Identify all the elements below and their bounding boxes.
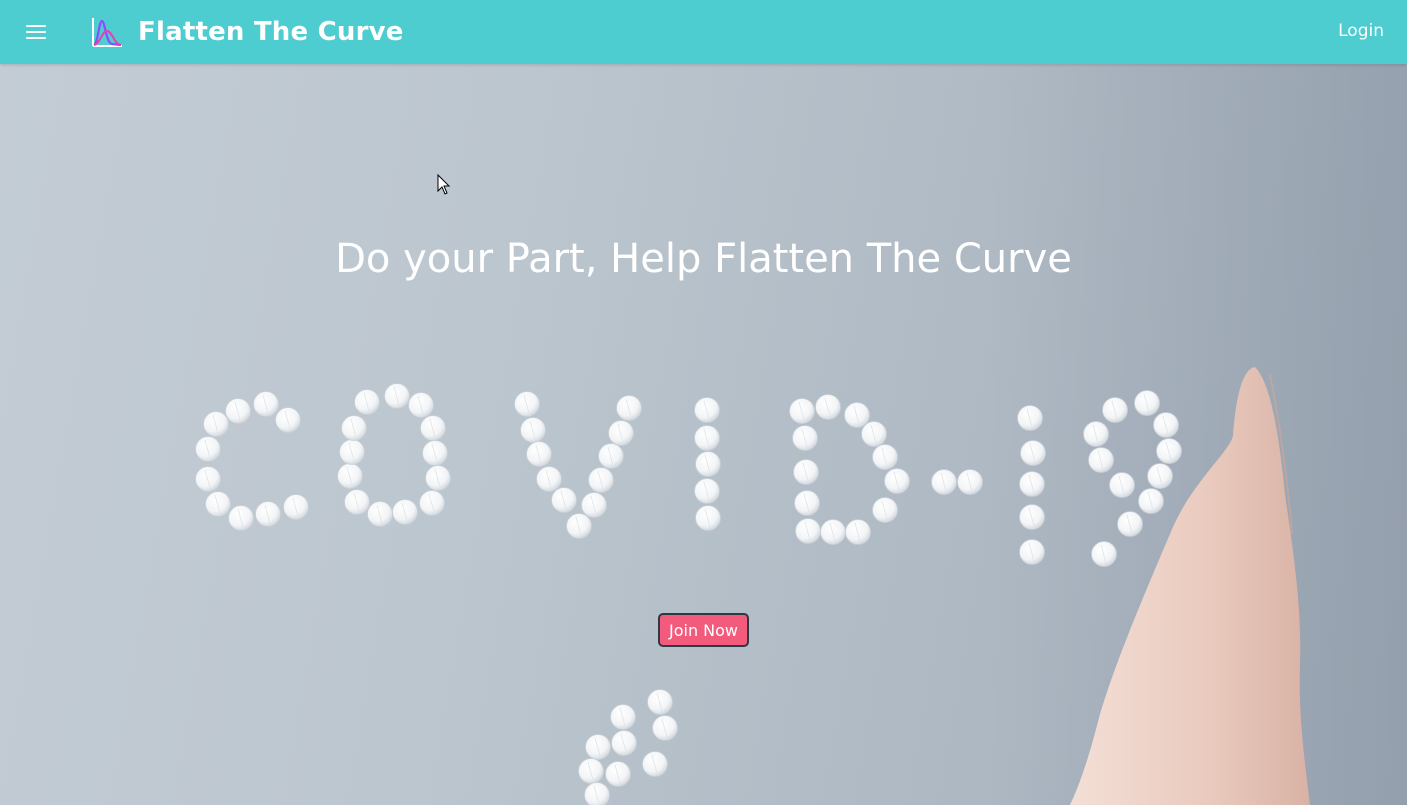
curve-chart-logo-icon	[92, 18, 122, 47]
pill-image	[419, 490, 445, 516]
pill-image	[520, 417, 546, 443]
pill-image	[792, 425, 818, 451]
pill-image	[1102, 397, 1128, 423]
pill-image	[1153, 412, 1179, 438]
pill-image	[694, 478, 720, 504]
pill-image	[820, 519, 846, 545]
pill-image	[694, 425, 720, 451]
pill-image	[195, 436, 221, 462]
pill-image	[205, 491, 231, 517]
pill-image	[581, 492, 607, 518]
pill-image	[1019, 471, 1045, 497]
pill-image	[608, 420, 634, 446]
pill-image	[341, 415, 367, 441]
pill-image	[203, 411, 229, 437]
brand-title: Flatten The Curve	[138, 17, 404, 47]
pill-image	[861, 421, 887, 447]
pill-image	[225, 398, 251, 424]
pill-image	[275, 407, 301, 433]
pill-image	[652, 715, 678, 741]
pill-image	[1017, 405, 1043, 431]
pill-image	[1117, 511, 1143, 537]
pill-image	[367, 501, 393, 527]
pill-image	[578, 758, 604, 784]
pill-image	[1156, 438, 1182, 464]
pill-image	[598, 443, 624, 469]
pill-image	[337, 463, 363, 489]
pill-image	[794, 490, 820, 516]
pill-image	[1019, 504, 1045, 530]
pill-image	[420, 415, 446, 441]
pill-image	[695, 451, 721, 477]
pill-image	[566, 513, 592, 539]
pill-image	[228, 505, 254, 531]
pill-image	[408, 392, 434, 418]
pill-image	[884, 468, 910, 494]
pill-image	[931, 469, 957, 495]
join-now-button[interactable]: Join Now	[658, 613, 749, 647]
pill-image	[815, 394, 841, 420]
mouse-cursor-icon	[437, 174, 451, 195]
pill-image	[255, 501, 281, 527]
pill-image	[392, 499, 418, 525]
pill-image	[1138, 488, 1164, 514]
pill-image	[283, 494, 309, 520]
pill-image	[422, 440, 448, 466]
login-link[interactable]: Login	[1338, 21, 1384, 41]
pill-image	[526, 441, 552, 467]
brand-link[interactable]: Flatten The Curve	[90, 12, 404, 52]
covid-pills-background-image	[195, 367, 1310, 805]
pill-image	[1109, 472, 1135, 498]
pill-image	[584, 782, 610, 805]
pill-image	[611, 730, 637, 756]
pill-image	[551, 487, 577, 513]
pill-image	[339, 439, 365, 465]
pill-image	[795, 518, 821, 544]
pill-image	[384, 383, 410, 409]
pill-image	[957, 469, 983, 495]
pill-image	[425, 465, 451, 491]
top-navbar: Flatten The Curve Login	[0, 0, 1407, 64]
pill-image	[514, 391, 540, 417]
hero-headline: Do your Part, Help Flatten The Curve	[335, 236, 1072, 282]
pill-image	[1147, 463, 1173, 489]
pill-image	[642, 751, 668, 777]
pill-image	[616, 395, 642, 421]
pill-image	[588, 467, 614, 493]
pill-image	[354, 389, 380, 415]
pill-image	[1134, 390, 1160, 416]
hero-section: Do your Part, Help Flatten The Curve Joi…	[0, 64, 1407, 805]
pill-image	[610, 704, 636, 730]
pill-image	[695, 505, 721, 531]
pill-image	[1088, 447, 1114, 473]
pill-image	[872, 497, 898, 523]
pill-image	[1083, 421, 1109, 447]
pill-image	[844, 402, 870, 428]
pill-image	[789, 398, 815, 424]
pill-image	[845, 519, 871, 545]
pill-image	[1019, 539, 1045, 565]
pill-image	[605, 761, 631, 787]
pill-image	[1020, 440, 1046, 466]
pill-image	[344, 489, 370, 515]
hamburger-menu-icon[interactable]	[26, 22, 46, 42]
pill-image	[585, 734, 611, 760]
pill-image	[253, 391, 279, 417]
pill-image	[694, 397, 720, 423]
pill-image	[793, 459, 819, 485]
pill-image	[1091, 541, 1117, 567]
pill-image	[647, 689, 673, 715]
pill-image	[195, 466, 221, 492]
pill-image	[872, 444, 898, 470]
pills-group	[195, 383, 1182, 805]
pill-image	[536, 466, 562, 492]
